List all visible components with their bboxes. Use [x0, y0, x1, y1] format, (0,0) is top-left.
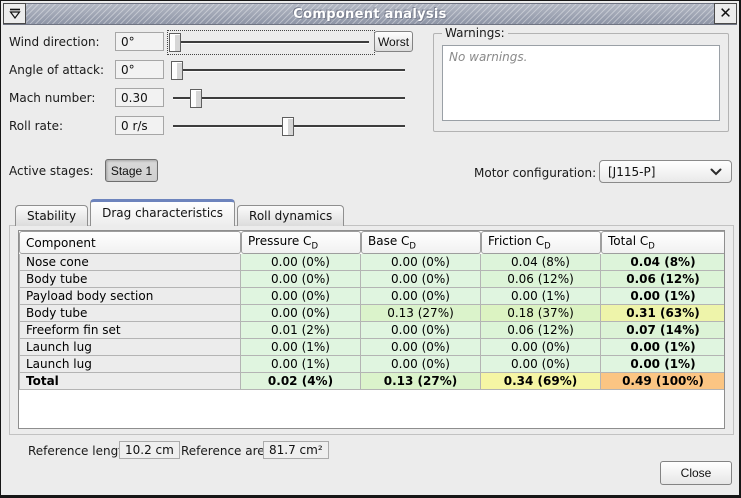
titlebar[interactable]: Component analysis — [3, 3, 737, 25]
condition-slider[interactable] — [169, 32, 373, 53]
close-button[interactable]: Close — [660, 461, 732, 485]
component-cell: Body tube — [19, 271, 241, 288]
cd-value-cell: 0.00 (1%) — [241, 356, 361, 373]
table-row: Launch lug0.00 (1%)0.00 (0%)0.00 (0%)0.0… — [19, 339, 725, 356]
warnings-label: Warnings: — [442, 26, 508, 40]
column-header[interactable]: Total CD — [601, 231, 725, 254]
component-cell: Launch lug — [19, 356, 241, 373]
cd-value-cell: 0.00 (0%) — [481, 356, 601, 373]
cd-value-cell: 0.00 (0%) — [361, 322, 481, 339]
cd-value-cell: 0.00 (0%) — [361, 254, 481, 271]
slider-thumb[interactable] — [282, 117, 294, 136]
cd-value-cell: 0.06 (12%) — [481, 322, 601, 339]
stage-1-toggle[interactable]: Stage 1 — [105, 159, 158, 182]
cd-value-cell: 0.18 (37%) — [481, 305, 601, 322]
condition-label: Roll rate: — [9, 119, 63, 133]
cd-value-cell: 0.00 (0%) — [361, 339, 481, 356]
motor-configuration-select[interactable]: [J115-P] — [599, 160, 732, 183]
slider-thumb[interactable] — [171, 61, 183, 80]
cd-value-cell: 0.00 (0%) — [241, 305, 361, 322]
window-title: Component analysis — [293, 7, 446, 22]
analysis-tabbar: StabilityDrag characteristicsRoll dynami… — [15, 199, 346, 226]
component-analysis-dialog: Component analysis ✕ Wind direction: 0° An… — [0, 0, 741, 498]
tab-roll-dynamics[interactable]: Roll dynamics — [237, 205, 344, 226]
component-cell: Body tube — [19, 305, 241, 322]
window-close-button[interactable]: ✕ — [714, 3, 737, 24]
cd-value-cell: 0.00 (1%) — [601, 356, 725, 373]
cd-value-cell: 0.00 (0%) — [241, 288, 361, 305]
warnings-group: Warnings: No warnings. — [433, 33, 729, 132]
table-row: Launch lug0.00 (1%)0.00 (0%)0.00 (0%)0.0… — [19, 356, 725, 373]
cd-value-cell: 0.00 (0%) — [361, 271, 481, 288]
tab-drag-characteristics[interactable]: Drag characteristics — [90, 199, 235, 226]
close-icon: ✕ — [719, 6, 732, 21]
warnings-list: No warnings. — [442, 45, 720, 121]
component-cell: Nose cone — [19, 254, 241, 271]
condition-value-field[interactable]: 0° — [115, 32, 164, 51]
cd-value-cell: 0.31 (63%) — [601, 305, 725, 322]
slider-track — [173, 69, 405, 71]
component-cell: Payload body section — [19, 288, 241, 305]
active-stages-label: Active stages: — [9, 164, 94, 178]
condition-value-field[interactable]: 0 r/s — [115, 116, 164, 135]
condition-slider[interactable] — [169, 116, 409, 137]
cd-value-cell: 0.00 (1%) — [241, 339, 361, 356]
table-row: Payload body section0.00 (0%)0.00 (0%)0.… — [19, 288, 725, 305]
cd-value-cell: 0.13 (27%) — [361, 373, 481, 390]
cd-value-cell: 0.13 (27%) — [361, 305, 481, 322]
cd-value-cell: 0.34 (69%) — [481, 373, 601, 390]
table-row: Total0.02 (4%)0.13 (27%)0.34 (69%)0.49 (… — [19, 373, 725, 390]
motor-configuration-value: [J115-P] — [600, 165, 701, 179]
cd-value-cell: 0.02 (4%) — [241, 373, 361, 390]
condition-label: Mach number: — [9, 91, 95, 105]
column-header[interactable]: Base CD — [361, 231, 481, 254]
condition-slider[interactable] — [169, 60, 409, 81]
drag-characteristics-table: ComponentPressure CDBase CDFriction CDTo… — [19, 231, 725, 390]
cd-value-cell: 0.07 (14%) — [601, 322, 725, 339]
cd-value-cell: 0.00 (0%) — [241, 271, 361, 288]
tab-stability[interactable]: Stability — [15, 205, 88, 226]
cd-value-cell: 0.00 (0%) — [361, 288, 481, 305]
table-row: Freeform fin set0.01 (2%)0.00 (0%)0.06 (… — [19, 322, 725, 339]
cd-value-cell: 0.00 (1%) — [481, 288, 601, 305]
drag-table-scrollpane[interactable]: ComponentPressure CDBase CDFriction CDTo… — [18, 230, 725, 429]
component-cell: Freeform fin set — [19, 322, 241, 339]
component-cell: Launch lug — [19, 339, 241, 356]
cd-value-cell: 0.04 (8%) — [601, 254, 725, 271]
slider-track — [173, 97, 405, 99]
component-cell: Total — [19, 373, 241, 390]
table-row: Body tube0.00 (0%)0.13 (27%)0.18 (37%)0.… — [19, 305, 725, 322]
condition-label: Wind direction: — [9, 35, 100, 49]
reference-length-value: 10.2 cm — [119, 441, 180, 459]
condition-slider[interactable] — [169, 88, 409, 109]
slider-thumb[interactable] — [190, 89, 202, 108]
cd-value-cell: 0.00 (1%) — [601, 339, 725, 356]
slider-track — [173, 41, 369, 43]
worst-button[interactable]: Worst — [374, 31, 413, 52]
column-header[interactable]: Friction CD — [481, 231, 601, 254]
condition-label: Angle of attack: — [9, 63, 104, 77]
table-row: Body tube0.00 (0%)0.00 (0%)0.06 (12%)0.0… — [19, 271, 725, 288]
slider-thumb[interactable] — [169, 33, 181, 52]
column-header[interactable]: Component — [19, 231, 241, 254]
cd-value-cell: 0.00 (0%) — [241, 254, 361, 271]
window-menu-button[interactable] — [3, 3, 26, 24]
chevron-down-icon — [701, 168, 731, 176]
condition-value-field[interactable]: 0.30 — [115, 88, 164, 107]
column-header[interactable]: Pressure CD — [241, 231, 361, 254]
condition-value-field[interactable]: 0° — [115, 60, 164, 79]
cd-value-cell: 0.49 (100%) — [601, 373, 725, 390]
reference-area-value: 81.7 cm² — [263, 441, 329, 459]
window-menu-icon — [8, 8, 22, 20]
table-row: Nose cone0.00 (0%)0.00 (0%)0.04 (8%)0.04… — [19, 254, 725, 271]
cd-value-cell: 0.01 (2%) — [241, 322, 361, 339]
cd-value-cell: 0.00 (0%) — [481, 339, 601, 356]
reference-area-label: Reference area: — [181, 444, 276, 458]
cd-value-cell: 0.00 (0%) — [361, 356, 481, 373]
cd-value-cell: 0.06 (12%) — [481, 271, 601, 288]
cd-value-cell: 0.04 (8%) — [481, 254, 601, 271]
motor-configuration-label: Motor configuration: — [474, 166, 596, 180]
cd-value-cell: 0.00 (1%) — [601, 288, 725, 305]
cd-value-cell: 0.06 (12%) — [601, 271, 725, 288]
